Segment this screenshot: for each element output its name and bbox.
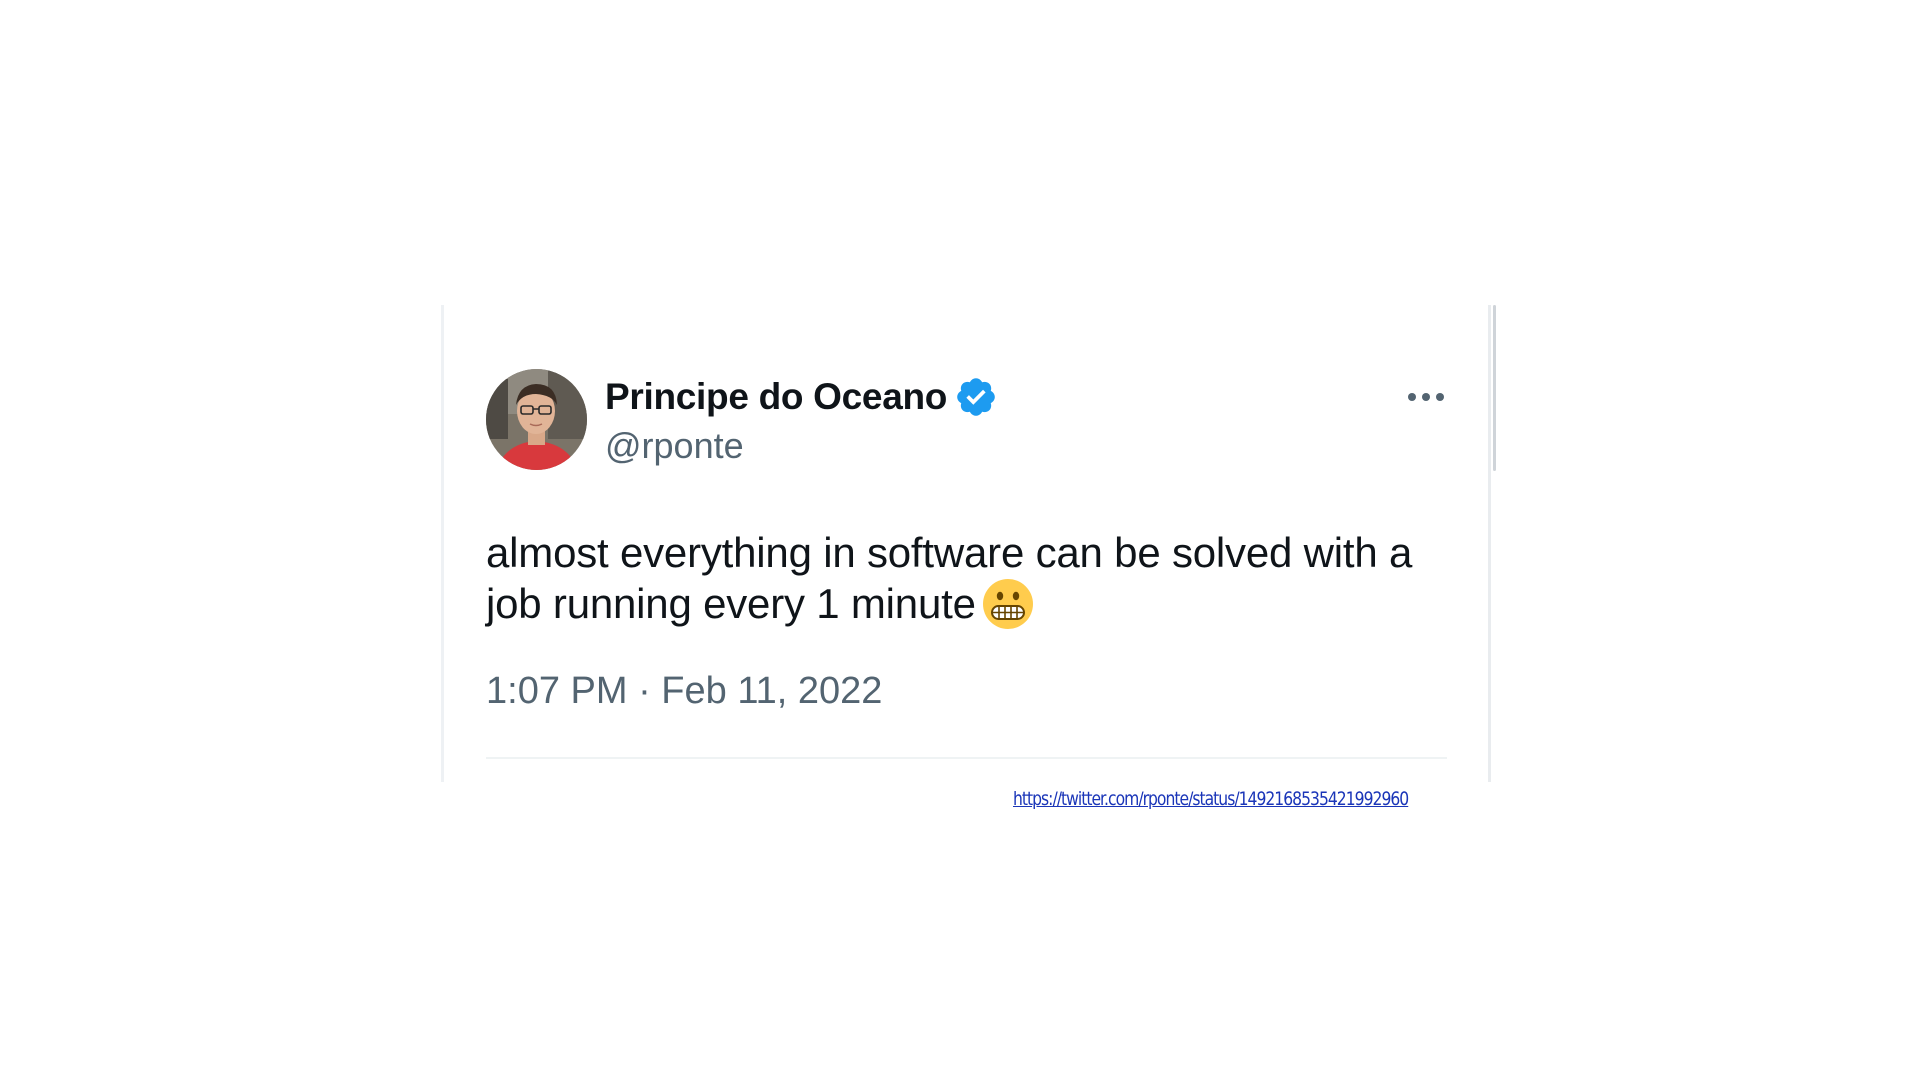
slide: Principe do Oceano @rponte almost everyt… — [0, 0, 1920, 1080]
display-name-row: Principe do Oceano — [605, 375, 998, 419]
tweet-timestamp[interactable]: 1:07 PM · Feb 11, 2022 — [486, 670, 882, 713]
avatar[interactable] — [486, 369, 587, 470]
verified-badge-icon[interactable] — [954, 375, 998, 419]
user-handle[interactable]: @rponte — [605, 425, 744, 467]
divider — [486, 757, 1447, 759]
tweet-card: Principe do Oceano @rponte almost everyt… — [441, 305, 1496, 782]
scrollbar[interactable] — [1493, 305, 1496, 471]
more-horizontal-icon[interactable] — [1406, 385, 1446, 409]
source-link[interactable]: https://twitter.com/rponte/status/149216… — [1013, 788, 1409, 810]
tweet-text: almost everything in software can be sol… — [486, 529, 1413, 627]
tweet-text-block: almost everything in software can be sol… — [486, 527, 1466, 630]
grimacing-face-icon — [982, 578, 1034, 630]
display-name[interactable]: Principe do Oceano — [605, 376, 947, 418]
